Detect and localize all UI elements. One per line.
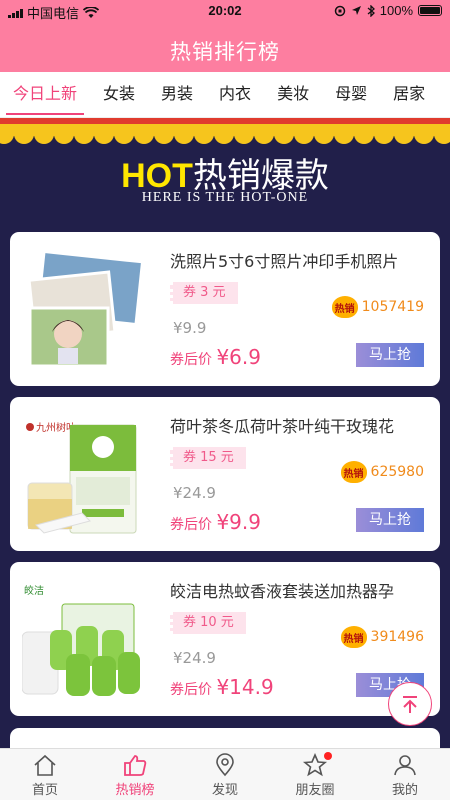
- sales-count: 热销 1057419: [331, 291, 424, 318]
- tab-today-new[interactable]: 今日上新: [0, 72, 90, 117]
- location-arrow-icon: [351, 6, 361, 15]
- tab-underwear[interactable]: 内衣: [206, 72, 264, 117]
- notification-dot: [324, 752, 332, 760]
- user-icon: [394, 755, 416, 776]
- battery-icon: [418, 5, 442, 16]
- product-image: 皎洁: [22, 584, 140, 696]
- battery-percent: 100%: [379, 3, 413, 18]
- product-title: 荷叶茶冬瓜荷叶茶叶纯干玫瑰花: [170, 417, 395, 436]
- nav-mine[interactable]: 我的: [360, 749, 450, 800]
- thumbs-up-icon: [124, 755, 147, 776]
- product-card[interactable]: 九州树叶 荷叶茶冬瓜荷叶茶叶纯干玫瑰花 券 15 元 ¥24.9 券后价 ¥9.…: [10, 397, 440, 551]
- tab-men[interactable]: 男装: [148, 72, 206, 117]
- location-icon: [216, 753, 234, 777]
- product-image: 九州树叶: [26, 421, 137, 534]
- original-price: ¥24.9: [173, 484, 216, 502]
- original-price: ¥24.9: [173, 649, 216, 667]
- after-coupon-price: 券后价 ¥9.9: [170, 510, 261, 534]
- buy-now-button[interactable]: 马上抢: [356, 508, 424, 532]
- sales-count: 热销 625980: [340, 456, 424, 483]
- bottom-navigation: 首页 热销榜 发现 朋友圈 我的: [0, 748, 450, 800]
- coupon-tag: 券 3 元: [170, 282, 238, 304]
- coupon-tag: 券 10 元: [170, 612, 246, 634]
- after-coupon-price: 券后价 ¥14.9: [170, 675, 274, 699]
- back-to-top-button[interactable]: [388, 682, 432, 726]
- nav-discover[interactable]: 发现: [180, 749, 270, 800]
- product-card[interactable]: 洗照片5寸6寸照片冲印手机照片 券 3 元 ¥9.9 券后价 ¥6.9 热销 10…: [10, 232, 440, 386]
- tab-women[interactable]: 女装: [90, 72, 148, 117]
- product-card[interactable]: 皎洁 皎洁电热蚊香液套装送加热器孕 券 10 元 ¥24.9 券后价 ¥14.9…: [10, 562, 440, 716]
- bluetooth-icon: [367, 4, 375, 17]
- brand-label: 皎洁: [24, 584, 44, 597]
- original-price: ¥9.9: [173, 319, 207, 337]
- category-tabs: 今日上新 女装 男装 内衣 美妆 母婴 居家: [0, 72, 450, 118]
- sales-count: 热销 391496: [340, 621, 424, 648]
- coupon-tag: 券 15 元: [170, 447, 246, 469]
- product-title: 皎洁电热蚊香液套装送加热器孕: [170, 582, 395, 601]
- top-bar: 中国电信 20:02 100% 热销排行榜: [0, 0, 450, 72]
- nav-home[interactable]: 首页: [0, 749, 90, 800]
- home-icon: [34, 754, 56, 776]
- status-bar: 中国电信 20:02 100%: [0, 0, 450, 22]
- tab-makeup[interactable]: 美妆: [264, 72, 322, 117]
- hot-badge-icon: 热销: [340, 456, 367, 483]
- tab-home[interactable]: 居家: [380, 72, 438, 117]
- banner-subtitle: HERE IS THE HOT-ONE: [141, 190, 309, 205]
- hot-badge-icon: 热销: [331, 291, 358, 318]
- hot-badge-icon: 热销: [340, 621, 367, 648]
- nav-hot-list[interactable]: 热销榜: [90, 749, 180, 800]
- app-screen: 中国电信 20:02 100% 热销排行榜 今日上新 女装 男装 内衣 美妆 母…: [0, 0, 450, 800]
- hot-banner: HOT热销爆款 HERE IS THE HOT-ONE: [0, 118, 450, 230]
- buy-now-button[interactable]: 马上抢: [356, 343, 424, 367]
- nav-moments[interactable]: 朋友圈: [270, 749, 360, 800]
- arrow-up-icon: [403, 696, 417, 713]
- after-coupon-price: 券后价 ¥6.9: [170, 345, 261, 369]
- page-title: 热销排行榜: [170, 40, 280, 64]
- lock-rotation-icon: [334, 5, 345, 16]
- product-title: 洗照片5寸6寸照片冲印手机照片: [170, 252, 399, 271]
- product-image: [27, 253, 141, 368]
- tab-baby[interactable]: 母婴: [322, 72, 380, 117]
